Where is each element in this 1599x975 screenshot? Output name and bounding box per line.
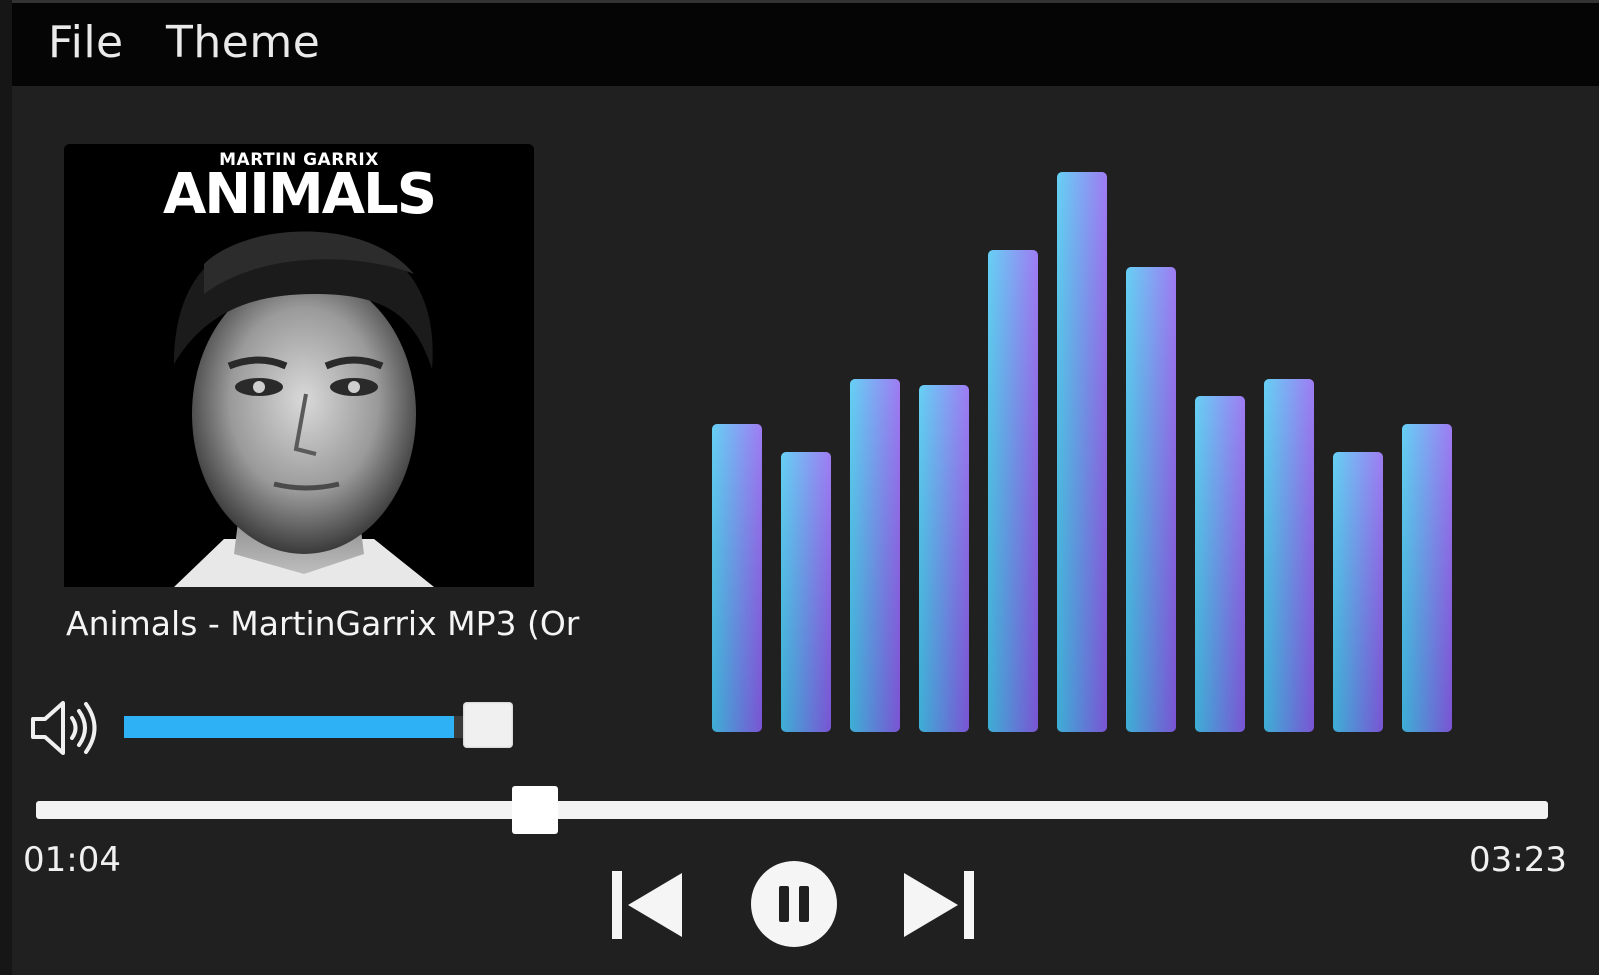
visualizer-bar-shade: [1333, 452, 1383, 732]
seek-bar[interactable]: [36, 801, 1548, 819]
album-title-text: ANIMALS: [162, 162, 437, 227]
visualizer-bar-shade: [1402, 424, 1452, 732]
skip-next-icon[interactable]: [902, 869, 976, 941]
visualizer-bar-shade: [712, 424, 762, 732]
album-art: MARTIN GARRIX ANIMALS: [64, 144, 534, 587]
speaker-volume-icon[interactable]: [29, 697, 101, 759]
visualizer-bar-shade: [1264, 379, 1314, 732]
menu-file[interactable]: File: [48, 17, 124, 68]
music-player-window: File Theme MARTIN GARRIX ANIMALS Animals…: [12, 0, 1599, 975]
volume-slider-fill: [124, 716, 454, 738]
visualizer-bar-shade: [1057, 172, 1107, 732]
volume-slider-track[interactable]: [124, 716, 464, 738]
visualizer-bar-shade: [781, 452, 831, 732]
menu-bar: File Theme: [12, 0, 1599, 86]
audio-visualizer: [712, 172, 1452, 732]
visualizer-bar-shade: [1195, 396, 1245, 732]
visualizer-bar-shade: [919, 385, 969, 732]
seek-bar-thumb[interactable]: [512, 786, 558, 834]
track-title: Animals - MartinGarrix MP3 (Or: [66, 604, 580, 643]
skip-previous-icon[interactable]: [610, 869, 684, 941]
visualizer-bar-shade: [988, 250, 1038, 732]
elapsed-time: 01:04: [23, 840, 121, 880]
menu-theme[interactable]: Theme: [166, 17, 320, 68]
total-time: 03:23: [1469, 840, 1567, 880]
pause-icon[interactable]: [750, 860, 838, 948]
visualizer-bar-shade: [1126, 267, 1176, 732]
visualizer-bar-shade: [850, 379, 900, 732]
volume-slider-thumb[interactable]: [463, 702, 513, 748]
